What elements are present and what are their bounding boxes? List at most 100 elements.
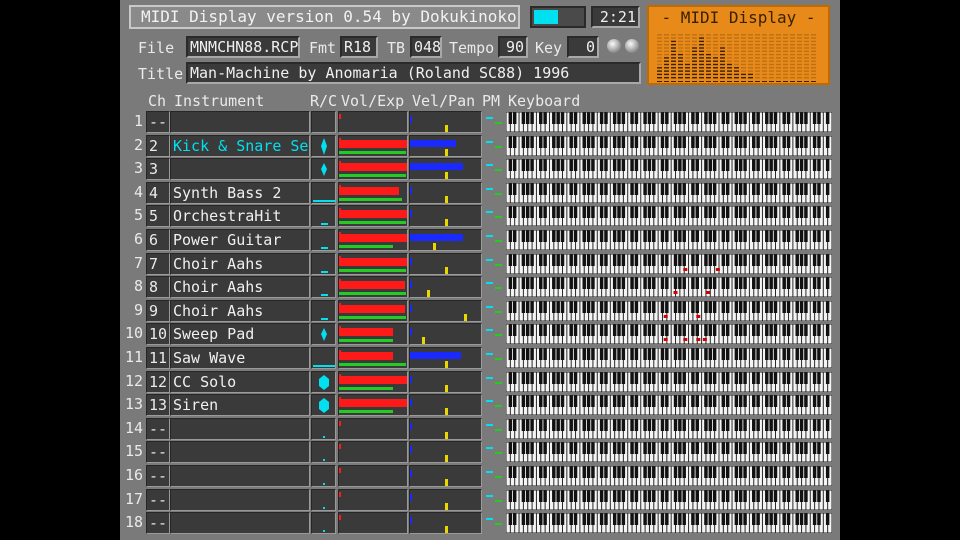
instrument-name-box[interactable]: Choir Aahs bbox=[170, 276, 310, 298]
vel-pan-meter bbox=[409, 205, 482, 227]
col-header-rc: R/C bbox=[310, 92, 338, 110]
instrument-name-box[interactable]: Saw Wave bbox=[170, 347, 310, 369]
vel-pan-meter bbox=[409, 158, 482, 180]
vol-exp-meter bbox=[338, 394, 408, 416]
vol-exp-meter bbox=[338, 300, 408, 322]
instrument-name-box[interactable] bbox=[170, 111, 310, 133]
channel-row-number: 15 bbox=[124, 442, 143, 460]
velocity-bar bbox=[410, 376, 412, 383]
velocity-bar bbox=[410, 470, 412, 477]
pm-tick-top bbox=[486, 447, 493, 449]
volume-bar bbox=[339, 163, 407, 171]
rc-indicator-glyph bbox=[323, 436, 325, 438]
velocity-bar bbox=[410, 352, 461, 359]
col-header-keyboard: Keyboard bbox=[508, 92, 581, 110]
channel-number: 7 bbox=[149, 255, 159, 273]
instrument-name-box[interactable] bbox=[170, 418, 310, 440]
vol-exp-meter bbox=[338, 229, 408, 251]
pm-tick-bottom bbox=[495, 264, 502, 266]
vel-pan-meter bbox=[409, 418, 482, 440]
logo-title: - MIDI Display - bbox=[661, 8, 816, 27]
col-header-ch: Ch bbox=[148, 92, 167, 110]
instrument-name-box[interactable] bbox=[170, 512, 310, 534]
pm-tick-top bbox=[486, 400, 493, 402]
knob-left-icon[interactable] bbox=[607, 39, 621, 53]
pm-indicator bbox=[484, 418, 504, 440]
channel-keyboard bbox=[506, 230, 832, 250]
pan-marker bbox=[445, 149, 448, 156]
instrument-name: Sweep Pad bbox=[173, 325, 255, 343]
title-label: Title bbox=[138, 65, 184, 83]
velocity-bar bbox=[410, 517, 412, 524]
channel-number-box: 10 bbox=[146, 323, 170, 345]
instrument-name-box[interactable] bbox=[170, 465, 310, 487]
vel-pan-meter bbox=[409, 441, 482, 463]
rc-indicator-glyph bbox=[321, 318, 328, 320]
instrument-name-box[interactable]: CC Solo bbox=[170, 371, 310, 393]
pan-marker bbox=[445, 196, 448, 203]
pm-indicator bbox=[484, 253, 504, 275]
rc-indicator bbox=[311, 205, 336, 227]
instrument-name-box[interactable]: Power Guitar bbox=[170, 229, 310, 251]
midi-display-window: MIDI Display version 0.54 by Dokukinoko … bbox=[120, 0, 840, 540]
pm-tick-top bbox=[486, 235, 493, 237]
instrument-name-box[interactable]: OrchestraHit bbox=[170, 205, 310, 227]
rc-indicator bbox=[311, 418, 336, 440]
expression-bar bbox=[339, 198, 402, 201]
channel-keyboard bbox=[506, 513, 832, 533]
instrument-name-box[interactable] bbox=[170, 158, 310, 180]
volume-marker bbox=[339, 397, 341, 402]
knob-right-icon[interactable] bbox=[625, 39, 639, 53]
rc-indicator-glyph bbox=[312, 112, 335, 132]
channel-row-number: 16 bbox=[124, 466, 143, 484]
volume-marker bbox=[339, 492, 341, 497]
pm-tick-bottom bbox=[495, 429, 502, 431]
pm-indicator bbox=[484, 276, 504, 298]
channel-row-number: 13 bbox=[124, 395, 143, 413]
instrument-name-box[interactable]: Choir Aahs bbox=[170, 253, 310, 275]
channel-number-box: 4 bbox=[146, 182, 170, 204]
level-meter-graphic bbox=[657, 34, 816, 82]
vol-exp-meter bbox=[338, 347, 408, 369]
velocity-bar bbox=[410, 399, 412, 406]
volume-marker bbox=[339, 421, 341, 426]
file-field[interactable]: MNMCHN88.RCP bbox=[186, 36, 300, 58]
col-header-velpan: Vel/Pan bbox=[412, 92, 476, 110]
rc-indicator bbox=[311, 371, 336, 393]
expression-bar bbox=[339, 221, 406, 224]
vel-pan-meter bbox=[409, 394, 482, 416]
instrument-name-box[interactable]: Kick & Snare Se bbox=[170, 135, 310, 157]
pm-indicator bbox=[484, 229, 504, 251]
vel-pan-meter bbox=[409, 253, 482, 275]
volume-marker bbox=[339, 232, 341, 237]
pan-marker bbox=[464, 314, 467, 321]
expression-bar bbox=[339, 410, 393, 413]
channel-number-box: -- bbox=[146, 489, 170, 511]
instrument-name-box[interactable] bbox=[170, 489, 310, 511]
expression-bar bbox=[339, 292, 406, 295]
expression-bar bbox=[339, 151, 406, 154]
song-title-field: Man-Machine by Anomaria (Roland SC88) 19… bbox=[186, 62, 641, 84]
instrument-name-box[interactable]: Choir Aahs bbox=[170, 300, 310, 322]
instrument-name-box[interactable] bbox=[170, 441, 310, 463]
pm-tick-bottom bbox=[495, 334, 502, 336]
instrument-name-box[interactable]: Siren bbox=[170, 394, 310, 416]
pm-tick-bottom bbox=[495, 216, 502, 218]
rc-indicator-glyph bbox=[321, 247, 328, 249]
channel-keyboard bbox=[506, 395, 832, 415]
instrument-name-box[interactable]: Synth Bass 2 bbox=[170, 182, 310, 204]
volume-marker bbox=[339, 256, 341, 261]
pan-marker bbox=[445, 432, 448, 439]
channel-keyboard bbox=[506, 372, 832, 392]
velocity-bar bbox=[410, 423, 412, 430]
channel-number-box: -- bbox=[146, 512, 170, 534]
rc-indicator-glyph bbox=[323, 507, 325, 509]
pm-tick-top bbox=[486, 495, 493, 497]
pan-marker bbox=[445, 219, 448, 226]
expression-bar bbox=[339, 269, 406, 272]
instrument-name-box[interactable]: Sweep Pad bbox=[170, 323, 310, 345]
pm-tick-top bbox=[486, 164, 493, 166]
channel-number-box: -- bbox=[146, 441, 170, 463]
volume-marker bbox=[339, 326, 341, 331]
pan-marker bbox=[427, 290, 430, 297]
